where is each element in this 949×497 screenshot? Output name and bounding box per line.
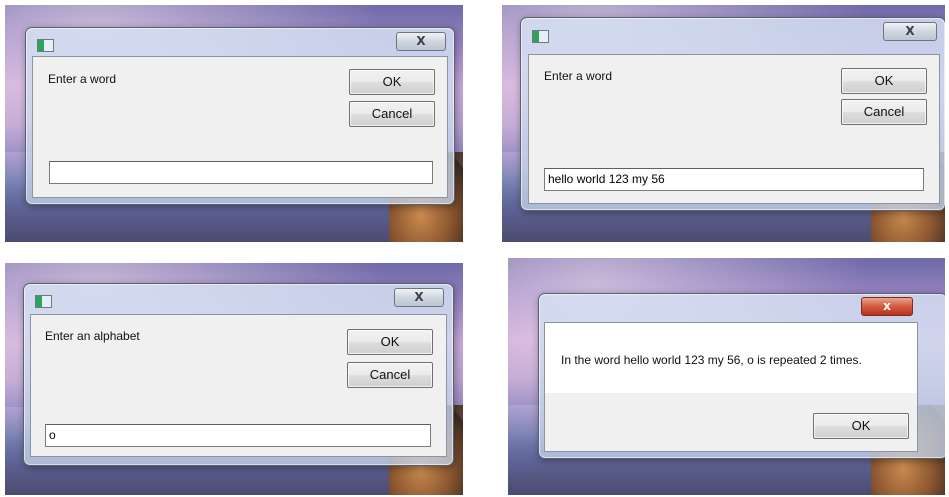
- desktop-background-2: X Enter a word OK Cancel hello world 123…: [502, 5, 945, 242]
- text-input[interactable]: [49, 161, 433, 184]
- close-button[interactable]: x: [861, 297, 913, 316]
- message-client-area: In the word hello world 123 my 56, o is …: [544, 322, 918, 452]
- ok-button[interactable]: OK: [349, 69, 435, 95]
- prompt-label: Enter a word: [48, 72, 117, 86]
- close-button[interactable]: X: [394, 288, 444, 307]
- input-dialog-window: X Enter an alphabet OK Cancel o: [23, 283, 454, 466]
- cancel-button[interactable]: Cancel: [349, 101, 435, 127]
- app-icon: [35, 295, 52, 308]
- close-button[interactable]: X: [883, 22, 937, 41]
- desktop-background-3: X Enter an alphabet OK Cancel o: [5, 263, 463, 495]
- dialog-client-area: Enter an alphabet OK Cancel o: [30, 314, 447, 457]
- cancel-button[interactable]: Cancel: [841, 99, 927, 125]
- input-dialog-window: X Enter a word OK Cancel: [25, 27, 455, 205]
- message-text: In the word hello world 123 my 56, o is …: [561, 353, 862, 367]
- app-icon: [532, 30, 549, 43]
- app-icon: [37, 39, 54, 52]
- message-box-window: x In the word hello world 123 my 56, o i…: [538, 293, 945, 459]
- ok-button[interactable]: OK: [347, 329, 433, 355]
- ok-button[interactable]: OK: [841, 68, 927, 94]
- ok-button[interactable]: OK: [813, 413, 909, 439]
- close-button[interactable]: X: [396, 32, 446, 51]
- prompt-label: Enter an alphabet: [45, 329, 140, 343]
- text-input[interactable]: o: [45, 424, 431, 447]
- input-dialog-window: X Enter a word OK Cancel hello world 123…: [520, 17, 945, 211]
- dialog-client-area: Enter a word OK Cancel: [32, 56, 448, 198]
- text-input[interactable]: hello world 123 my 56: [544, 168, 924, 191]
- prompt-label: Enter a word: [544, 69, 613, 83]
- dialog-client-area: Enter a word OK Cancel hello world 123 m…: [528, 54, 940, 204]
- desktop-background-1: X Enter a word OK Cancel: [5, 5, 463, 242]
- cancel-button[interactable]: Cancel: [347, 362, 433, 388]
- desktop-background-4: x In the word hello world 123 my 56, o i…: [508, 258, 945, 495]
